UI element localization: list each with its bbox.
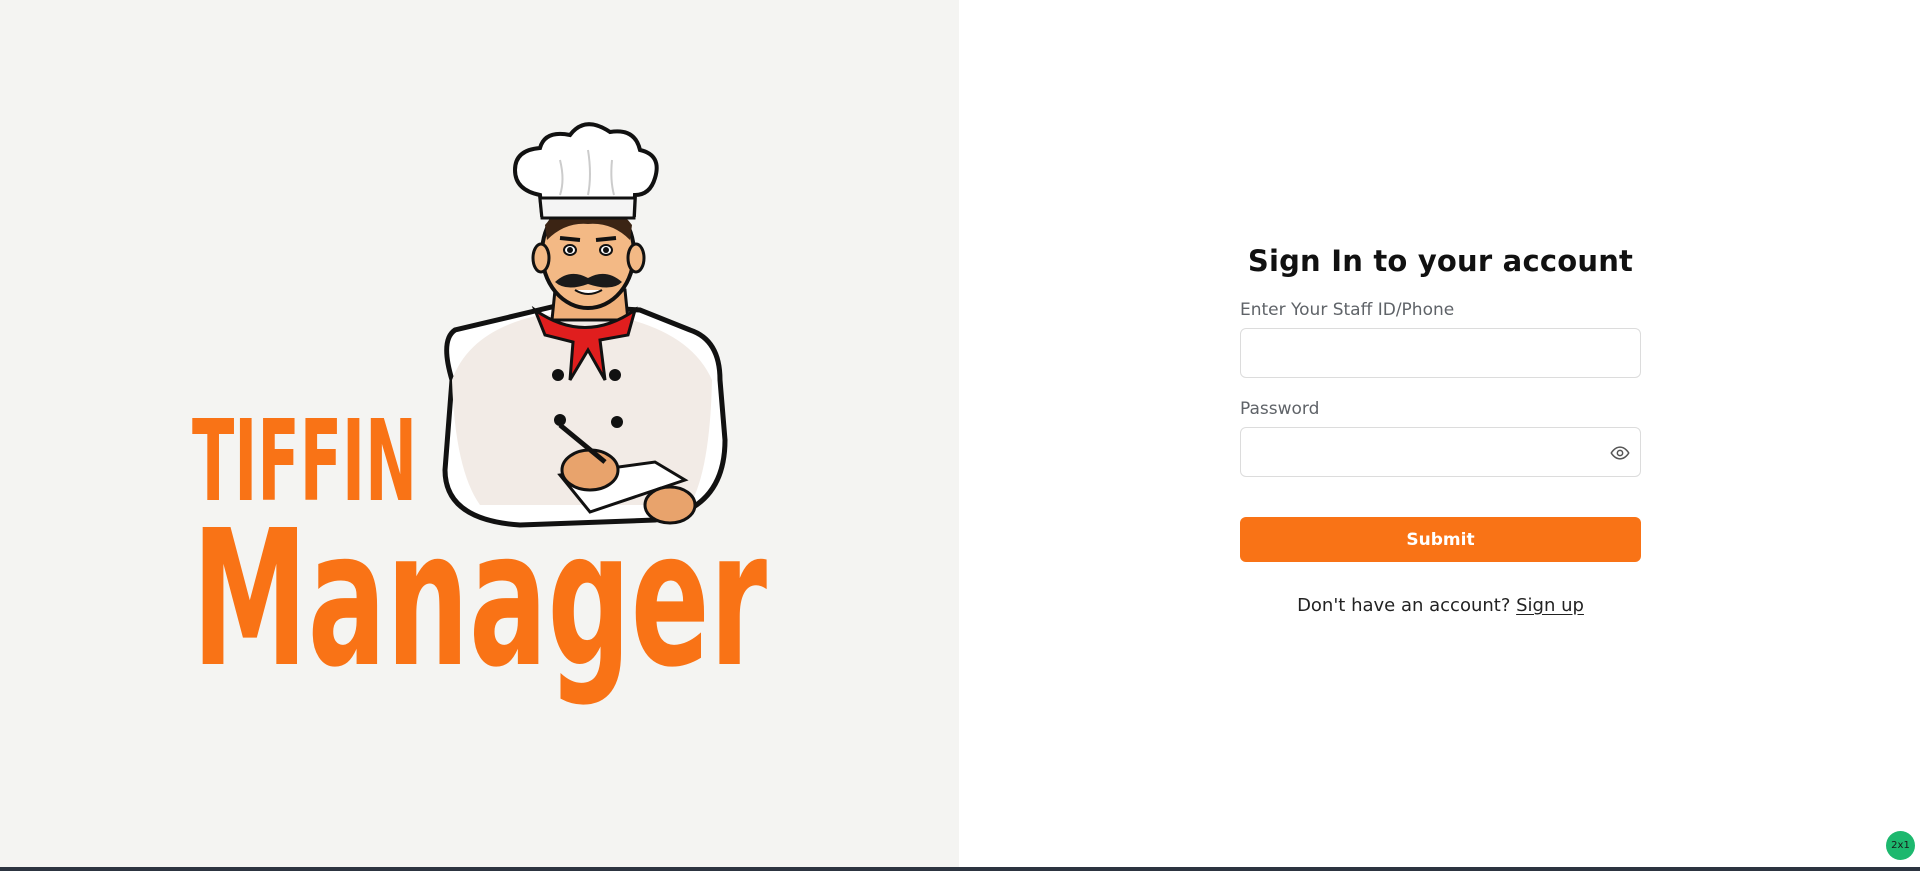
login-form: Sign In to your account Enter Your Staff… <box>1240 240 1641 616</box>
password-label: Password <box>1240 399 1320 419</box>
signup-link[interactable]: Sign up <box>1516 595 1584 616</box>
submit-button[interactable]: Submit <box>1240 517 1641 562</box>
staff-id-label: Enter Your Staff ID/Phone <box>1240 300 1455 320</box>
staff-id-input[interactable] <box>1241 329 1640 377</box>
tiffin-manager-logo: TIFFIN Manager <box>192 122 767 709</box>
eye-icon[interactable] <box>1610 443 1630 463</box>
signup-prompt: Don't have an account? <box>1297 595 1517 616</box>
logo-text-manager: Manager <box>192 490 767 709</box>
login-panel: Sign In to your account Enter Your Staff… <box>959 0 1920 871</box>
password-input[interactable] <box>1241 428 1640 476</box>
bottom-edge-bar <box>0 867 1920 871</box>
staff-id-field-box <box>1240 328 1641 378</box>
page-title: Sign In to your account <box>1247 244 1634 278</box>
corner-badge[interactable]: 2x1 <box>1886 831 1915 860</box>
chef-illustration-icon <box>442 122 728 528</box>
signup-row: Don't have an account? Sign up <box>1240 595 1641 616</box>
brand-panel: TIFFIN Manager <box>0 0 959 871</box>
password-field-box <box>1240 427 1641 477</box>
